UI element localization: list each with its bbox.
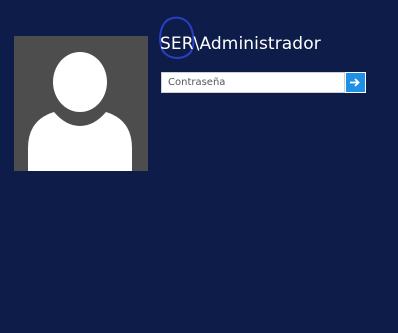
lock-screen: SER\Administrador [0, 0, 398, 333]
user-silhouette-icon [28, 52, 132, 171]
arrow-right-icon [350, 78, 360, 87]
password-row [161, 72, 366, 93]
user-avatar [14, 36, 148, 171]
username-label: SER\Administrador [160, 34, 321, 54]
password-input[interactable] [161, 72, 345, 93]
submit-button[interactable] [345, 72, 366, 93]
